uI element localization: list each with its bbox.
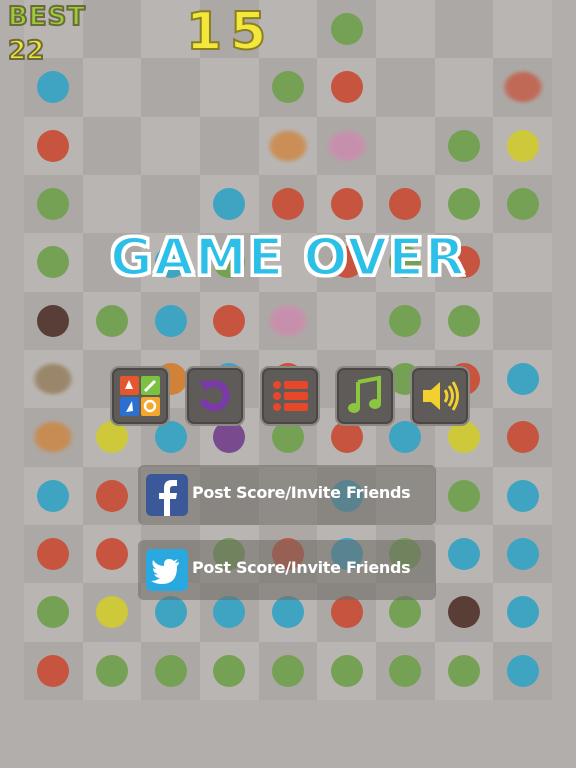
twitter-share-button[interactable]: Post Score/Invite Friends bbox=[138, 540, 436, 600]
current-score: 15 bbox=[185, 1, 275, 63]
best-score-value: 22 bbox=[7, 35, 45, 67]
music-toggle-button[interactable] bbox=[335, 366, 395, 426]
replay-icon bbox=[199, 380, 230, 412]
facebook-share-label: Post Score/Invite Friends bbox=[192, 483, 411, 502]
game-over-title: GAME OVER bbox=[109, 227, 467, 290]
speaker-icon bbox=[423, 381, 459, 411]
twitter-share-label: Post Score/Invite Friends bbox=[192, 558, 411, 577]
sound-toggle-button[interactable] bbox=[410, 366, 470, 426]
more-games-button[interactable] bbox=[110, 366, 170, 426]
replay-button[interactable] bbox=[185, 366, 245, 426]
apps-grid-icon bbox=[120, 376, 160, 416]
leaderboard-button[interactable] bbox=[260, 366, 320, 426]
facebook-share-button[interactable]: Post Score/Invite Friends bbox=[138, 465, 436, 525]
list-icon bbox=[273, 381, 308, 411]
facebook-logo-icon bbox=[146, 474, 188, 516]
best-score-label: BEST bbox=[7, 1, 87, 33]
music-note-icon bbox=[348, 375, 381, 413]
twitter-logo-icon bbox=[146, 549, 188, 591]
